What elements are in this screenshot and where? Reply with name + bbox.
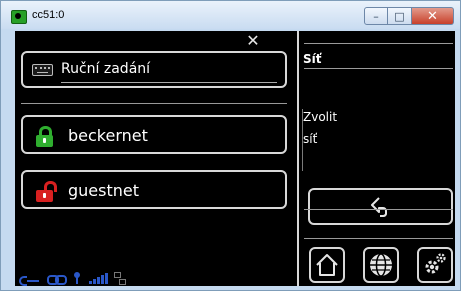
plug-icon — [19, 274, 41, 286]
close-overlay-icon[interactable]: ✕ — [244, 33, 262, 51]
right-line-bottom — [304, 238, 453, 239]
network-name: beckernet — [68, 126, 148, 145]
description-line-2: síť — [303, 132, 318, 146]
right-line-title — [304, 68, 453, 69]
client-area: ✕ Ruční zadání beckernet guestnet Síť Zv… — [15, 31, 455, 286]
minimize-button[interactable]: – — [364, 7, 388, 25]
back-arrow-icon — [371, 197, 387, 217]
manual-entry-button[interactable]: Ruční zadání — [21, 51, 287, 88]
panel-title: Síť — [303, 52, 322, 66]
network-item-guestnet[interactable]: guestnet — [21, 170, 287, 209]
back-button[interactable] — [308, 188, 453, 225]
network-button[interactable] — [363, 247, 399, 283]
status-bar — [19, 270, 126, 286]
antenna-icon — [73, 272, 83, 284]
link-icon — [47, 274, 67, 285]
window-title: cc51:0 — [32, 9, 65, 21]
window-controls: – □ ✕ — [364, 7, 454, 25]
panel-description: Zvolit síť — [303, 106, 443, 150]
home-button[interactable] — [309, 247, 345, 283]
manual-entry-underline — [61, 82, 277, 83]
close-button[interactable]: ✕ — [412, 7, 454, 25]
title-bar[interactable]: cc51:0 – □ ✕ — [1, 1, 460, 29]
manual-entry-label: Ruční zadání — [61, 61, 151, 77]
settings-button[interactable] — [417, 247, 453, 283]
lock-closed-icon — [36, 126, 53, 147]
lock-open-icon — [36, 181, 57, 202]
keyboard-icon — [32, 64, 53, 76]
description-line-1: Zvolit — [303, 110, 338, 124]
right-line-top — [304, 43, 453, 44]
maximize-button[interactable]: □ — [388, 7, 412, 25]
signal-bars-icon — [89, 272, 108, 284]
network-item-beckernet[interactable]: beckernet — [21, 115, 287, 154]
app-icon — [11, 10, 27, 24]
right-line-mid — [304, 209, 453, 210]
network-status-icon — [114, 272, 126, 285]
app-window: cc51:0 – □ ✕ ✕ Ruční zadání beckernet gu… — [0, 0, 461, 291]
gear-icon — [425, 253, 446, 274]
network-name: guestnet — [68, 181, 140, 200]
panel-divider — [297, 31, 299, 286]
globe-icon — [370, 253, 392, 277]
left-divider — [21, 103, 287, 104]
home-icon — [316, 254, 338, 276]
